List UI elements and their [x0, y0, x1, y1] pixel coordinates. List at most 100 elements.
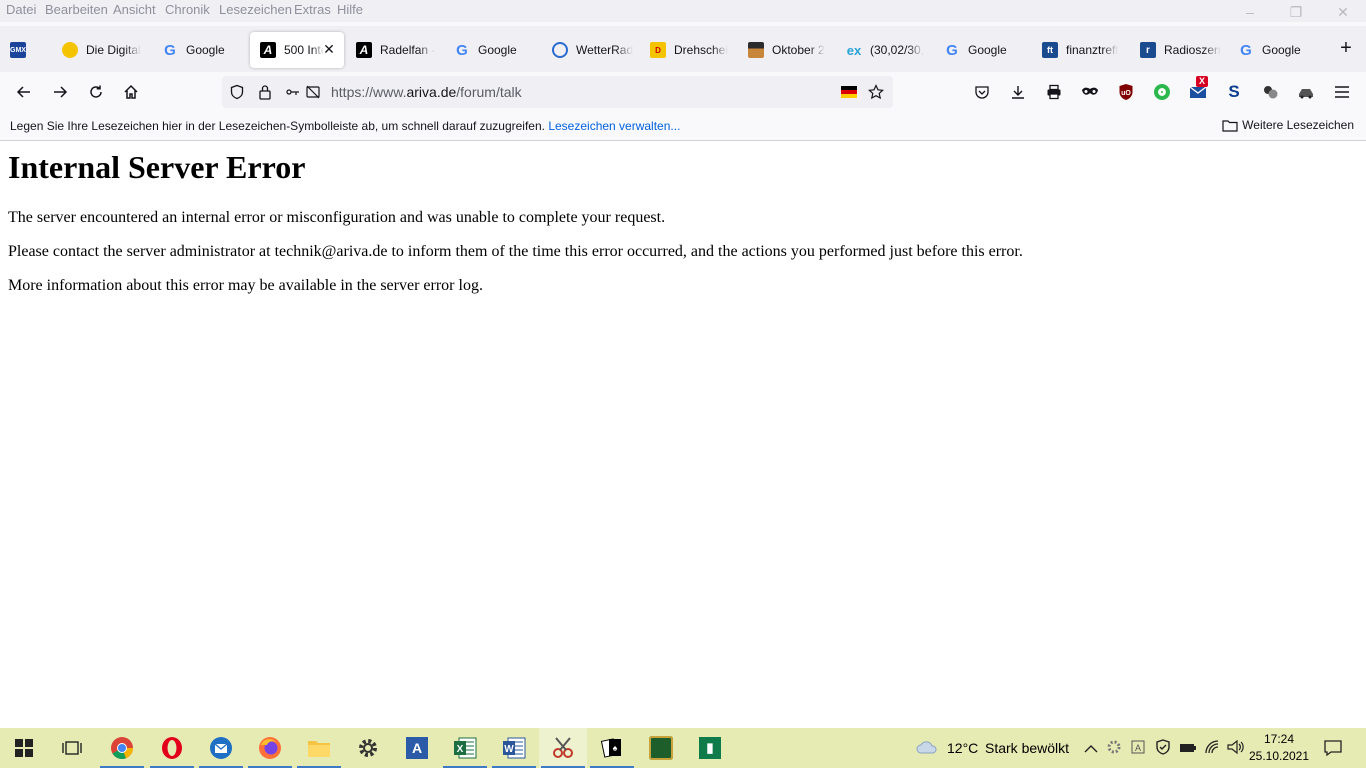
- google-icon: G: [1240, 41, 1252, 59]
- snipping-tool-taskbar-icon[interactable]: [539, 728, 587, 768]
- minimize-icon[interactable]: –: [1240, 4, 1260, 20]
- new-tab-icon[interactable]: +: [1336, 38, 1356, 58]
- print-icon[interactable]: [1042, 80, 1066, 104]
- url-path: /forum/talk: [456, 84, 522, 100]
- opera-taskbar-icon[interactable]: [148, 728, 196, 768]
- excel-taskbar-icon[interactable]: X: [441, 728, 489, 768]
- settings-taskbar-icon[interactable]: [344, 728, 392, 768]
- ime-icon[interactable]: A: [1131, 740, 1145, 759]
- url-bar[interactable]: https://www.ariva.de/forum/talk: [222, 76, 893, 108]
- tab-gmx[interactable]: GMX: [0, 32, 44, 68]
- tab-die-digital[interactable]: Die Digital: [52, 32, 148, 68]
- menu-chronik[interactable]: Chronik: [165, 2, 210, 17]
- green-app-taskbar-icon[interactable]: ▮: [686, 728, 734, 768]
- tab-strip: GMX Die Digital G Google A 500 Inte ✕ A …: [0, 26, 1366, 72]
- lock-icon[interactable]: [256, 83, 274, 101]
- page-content: Internal Server Error The server encount…: [0, 141, 1366, 728]
- game-taskbar-icon[interactable]: [637, 728, 685, 768]
- private-mask-icon[interactable]: [1078, 80, 1102, 104]
- other-bookmarks-button[interactable]: Weitere Lesezeichen: [1222, 118, 1354, 132]
- menu-bearbeiten[interactable]: Bearbeiten: [45, 2, 108, 17]
- thunderbird-taskbar-icon[interactable]: [197, 728, 245, 768]
- menu-datei[interactable]: Datei: [6, 2, 36, 17]
- google-icon: G: [456, 41, 468, 59]
- bookmark-star-icon[interactable]: [867, 83, 885, 101]
- taskbar: A X W ♠ ▮ 12°C Stark bewölkt A 17:24 25.…: [0, 728, 1366, 768]
- home-icon[interactable]: [119, 80, 143, 104]
- tab-google-1[interactable]: G Google: [152, 32, 248, 68]
- car-extension-icon[interactable]: [1294, 80, 1318, 104]
- back-icon[interactable]: [12, 80, 36, 104]
- tray-app-icon[interactable]: [1106, 739, 1122, 760]
- ariva-icon: A: [260, 42, 276, 58]
- photo-icon: [748, 42, 764, 58]
- start-button[interactable]: [0, 728, 48, 768]
- mail-checker-icon[interactable]: X: [1186, 76, 1210, 104]
- clock[interactable]: 17:24 25.10.2021: [1246, 731, 1312, 765]
- pocket-icon[interactable]: [970, 80, 994, 104]
- reload-icon[interactable]: [84, 80, 108, 104]
- tab-title: Google: [478, 43, 517, 57]
- url-domain: ariva.de: [406, 84, 457, 100]
- tracking-shield-icon[interactable]: [228, 83, 246, 101]
- menu-lesezeichen[interactable]: Lesezeichen: [219, 2, 292, 17]
- tab-title: (30,02/30,: [870, 43, 925, 57]
- mail-badge: X: [1196, 76, 1209, 87]
- permissions-icon[interactable]: [284, 83, 302, 101]
- close-tab-icon[interactable]: ✕: [320, 40, 338, 58]
- gmx-icon: GMX: [10, 42, 26, 58]
- tab-radioszene[interactable]: r Radioszen: [1130, 32, 1226, 68]
- word-taskbar-icon[interactable]: W: [490, 728, 538, 768]
- folder-icon: [1222, 119, 1238, 132]
- forward-icon[interactable]: [48, 80, 72, 104]
- ublock-icon[interactable]: uO: [1114, 80, 1138, 104]
- solitaire-taskbar-icon[interactable]: ♠: [588, 728, 636, 768]
- download-icon[interactable]: [1006, 80, 1030, 104]
- battery-icon[interactable]: [1179, 741, 1197, 759]
- tab-finanztreff[interactable]: ft finanztreff: [1032, 32, 1128, 68]
- weather-cloud-icon[interactable]: [916, 739, 938, 755]
- s-extension-icon[interactable]: S: [1222, 80, 1246, 104]
- error-heading: Internal Server Error: [8, 149, 306, 185]
- german-flag-icon[interactable]: [840, 83, 858, 101]
- svg-text:X: X: [457, 744, 464, 755]
- hamburger-menu-icon[interactable]: [1330, 80, 1354, 104]
- tab-title: Radioszen: [1164, 43, 1221, 57]
- notifications-icon[interactable]: [1324, 739, 1342, 762]
- url-text[interactable]: https://www.ariva.de/forum/talk: [331, 84, 522, 100]
- svg-text:A: A: [1135, 743, 1141, 753]
- tab-google-2[interactable]: G Google: [444, 32, 540, 68]
- green-circle-extension-icon[interactable]: [1150, 80, 1174, 104]
- tab-oktober[interactable]: Oktober 2: [738, 32, 834, 68]
- security-shield-icon[interactable]: [1155, 739, 1171, 760]
- close-window-icon[interactable]: ✕: [1333, 4, 1353, 21]
- manage-bookmarks-link[interactable]: Lesezeichen verwalten...: [548, 119, 680, 133]
- chrome-taskbar-icon[interactable]: [98, 728, 146, 768]
- tab-500-internal-error[interactable]: A 500 Inte ✕: [250, 32, 344, 68]
- tab-wetterradar[interactable]: WetterRad: [542, 32, 638, 68]
- tab-drehscheibe[interactable]: D Drehschei: [640, 32, 736, 68]
- tab-title: Drehschei: [674, 43, 729, 57]
- tab-google-3[interactable]: G Google: [934, 32, 1030, 68]
- task-view-icon[interactable]: [48, 728, 96, 768]
- bookmarks-hint: Legen Sie Ihre Lesezeichen hier in der L…: [10, 119, 680, 133]
- firefox-taskbar-icon[interactable]: [246, 728, 294, 768]
- wifi-icon[interactable]: [1204, 739, 1220, 760]
- clock-date: 25.10.2021: [1248, 749, 1310, 763]
- tab-radelfan[interactable]: A Radelfan -: [346, 32, 442, 68]
- menu-hilfe[interactable]: Hilfe: [337, 2, 363, 17]
- people-extension-icon[interactable]: [1258, 80, 1282, 104]
- menu-ansicht[interactable]: Ansicht: [113, 2, 156, 17]
- weather-condition[interactable]: Stark bewölkt: [985, 740, 1069, 756]
- error-paragraph-1: The server encountered an internal error…: [8, 209, 666, 226]
- tab-google-4[interactable]: G Google: [1228, 32, 1324, 68]
- weather-temperature[interactable]: 12°C: [947, 740, 978, 756]
- menu-extras[interactable]: Extras: [294, 2, 331, 17]
- tab-ex[interactable]: ex (30,02/30,: [836, 32, 932, 68]
- a-app-taskbar-icon[interactable]: A: [393, 728, 441, 768]
- restore-icon[interactable]: ❐: [1286, 4, 1306, 21]
- autoplay-blocked-icon[interactable]: [304, 83, 322, 101]
- show-hidden-icons-icon[interactable]: [1084, 741, 1098, 759]
- volume-icon[interactable]: [1227, 739, 1245, 760]
- file-explorer-taskbar-icon[interactable]: [295, 728, 343, 768]
